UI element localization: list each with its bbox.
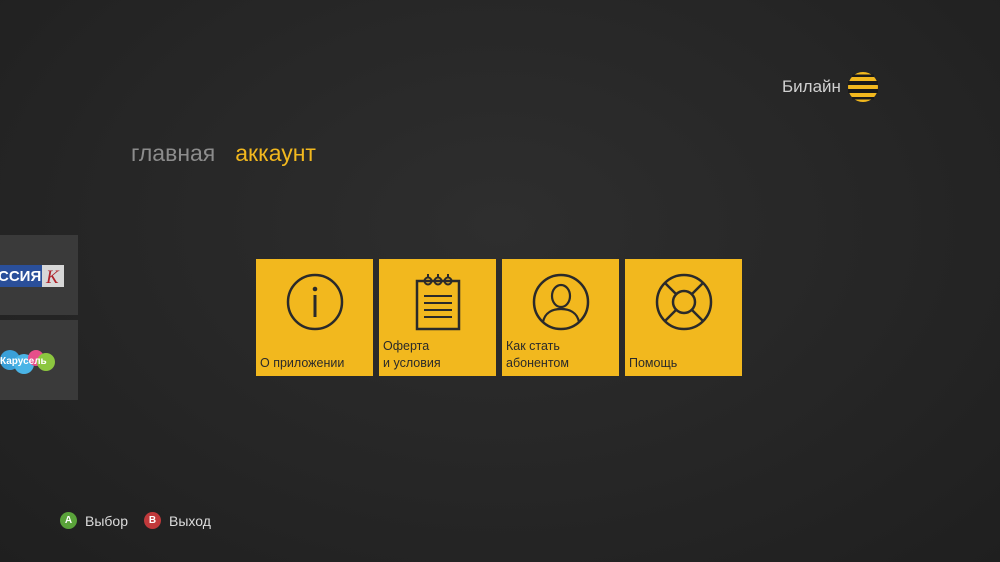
channel-tile-russia-k[interactable]: ССИЯ К — [0, 235, 78, 315]
nav-account[interactable]: аккаунт — [235, 140, 316, 167]
channel-logo-badge: К — [45, 267, 60, 288]
notepad-icon — [415, 274, 461, 331]
become-subscriber-tile[interactable]: Как стать абонентом — [502, 259, 619, 376]
select-hint-label: Выбор — [85, 512, 128, 529]
lifebuoy-icon — [655, 273, 713, 331]
channel-logo-text: Карусель — [0, 356, 47, 367]
account-tiles: О приложении Оферта и условия Как стать … — [256, 259, 742, 376]
b-button-icon: B — [144, 512, 161, 529]
nav-home[interactable]: главная — [131, 140, 215, 167]
user-icon — [532, 273, 590, 331]
channel-tile-karusel[interactable]: Карусель — [0, 320, 78, 400]
offer-terms-tile[interactable]: Оферта и условия — [379, 259, 496, 376]
channel-logo-text: ССИЯ — [0, 268, 41, 285]
main-nav: главная аккаунт — [131, 140, 316, 167]
beeline-logo-icon — [847, 72, 878, 102]
tile-label: Помощь — [629, 356, 678, 370]
tile-label: Как стать абонентом — [506, 339, 569, 370]
exit-hint-label: Выход — [169, 512, 211, 529]
a-button-icon: A — [60, 512, 77, 529]
info-icon — [286, 273, 344, 331]
brand-label: Билайн — [782, 77, 841, 96]
tile-label: Оферта и условия — [383, 339, 441, 370]
karusel-logo-icon: Карусель — [0, 350, 55, 374]
tile-label: О приложении — [260, 356, 345, 370]
about-app-tile[interactable]: О приложении — [256, 259, 373, 376]
brand: Билайн — [782, 71, 879, 103]
button-hints: A Выбор B Выход — [60, 512, 211, 529]
help-tile[interactable]: Помощь — [625, 259, 742, 376]
russia-k-logo-icon: ССИЯ К — [0, 265, 64, 288]
